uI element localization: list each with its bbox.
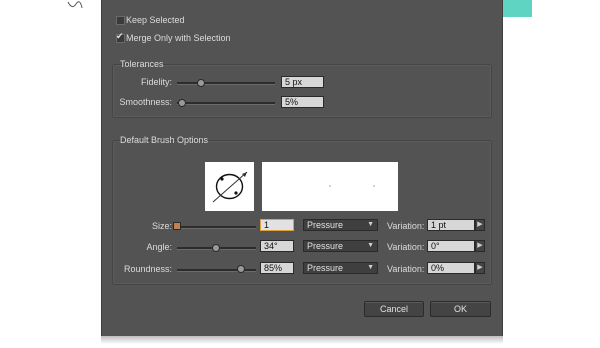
size-variation-label: Variation: [387, 221, 425, 231]
size-variation-field[interactable]: 1 pt [427, 219, 475, 231]
triangle-right-icon: ▶ [477, 221, 483, 228]
size-dynamic-select[interactable]: Pressure ▼ [303, 219, 378, 231]
tolerances-title: Tolerances [120, 59, 164, 69]
roundness-label: Roundness: [123, 264, 172, 274]
size-dynamic-value: Pressure [307, 220, 344, 230]
brush-shape-preview [205, 162, 254, 211]
angle-variation-stepper[interactable]: ▶ [475, 240, 485, 252]
brush-stroke-preview [262, 162, 398, 211]
cancel-button[interactable]: Cancel [364, 301, 424, 317]
roundness-dynamic-select[interactable]: Pressure ▼ [303, 262, 378, 274]
size-field[interactable]: 1 [260, 219, 294, 231]
size-variation-stepper[interactable]: ▶ [475, 219, 485, 231]
fidelity-slider-thumb[interactable] [197, 79, 205, 87]
angle-slider-thumb[interactable] [212, 244, 220, 252]
stroke-preview-dots [329, 185, 375, 187]
fidelity-label: Fidelity: [140, 77, 172, 87]
smoothness-label: Smoothness: [119, 97, 172, 107]
triangle-right-icon: ▶ [477, 242, 483, 249]
chevron-down-icon: ▼ [367, 242, 374, 249]
size-slider-thumb[interactable] [173, 222, 181, 230]
background-accent [502, 0, 532, 17]
smoothness-field[interactable]: 5% [281, 96, 324, 108]
triangle-right-icon: ▶ [477, 264, 483, 271]
size-label: Size: [151, 221, 172, 231]
ok-button[interactable]: OK [430, 301, 491, 317]
angle-field[interactable]: 34° [260, 240, 294, 252]
angle-dynamic-select[interactable]: Pressure ▼ [303, 240, 378, 252]
brush-angle-icon [212, 171, 248, 203]
angle-dynamic-value: Pressure [307, 241, 344, 251]
merge-only-checkbox[interactable] [116, 31, 125, 43]
fidelity-field[interactable]: 5 px [281, 76, 324, 88]
roundness-variation-field[interactable]: 0% [427, 262, 475, 274]
roundness-variation-stepper[interactable]: ▶ [475, 262, 485, 274]
chevron-down-icon: ▼ [367, 221, 374, 228]
tolerances-group [112, 64, 492, 118]
size-slider[interactable] [177, 226, 256, 229]
chevron-down-icon: ▼ [367, 264, 374, 271]
roundness-slider-thumb[interactable] [237, 265, 245, 273]
roundness-variation-label: Variation: [387, 264, 425, 274]
brush-options-title: Default Brush Options [120, 135, 209, 145]
keep-selected-checkbox[interactable] [116, 16, 125, 25]
smoothness-slider-thumb[interactable] [178, 99, 186, 107]
angle-variation-label: Variation: [387, 242, 425, 252]
background-scribble [67, 1, 83, 9]
smoothness-slider[interactable] [177, 102, 275, 105]
roundness-dynamic-value: Pressure [307, 263, 344, 273]
angle-label: Angle: [146, 242, 172, 252]
roundness-field[interactable]: 85% [260, 262, 294, 274]
merge-only-label: Merge Only with Selection [126, 33, 231, 43]
fidelity-slider[interactable] [177, 82, 275, 85]
angle-variation-field[interactable]: 0° [427, 240, 475, 252]
keep-selected-label: Keep Selected [126, 15, 185, 25]
dialog-shadow [101, 336, 503, 344]
